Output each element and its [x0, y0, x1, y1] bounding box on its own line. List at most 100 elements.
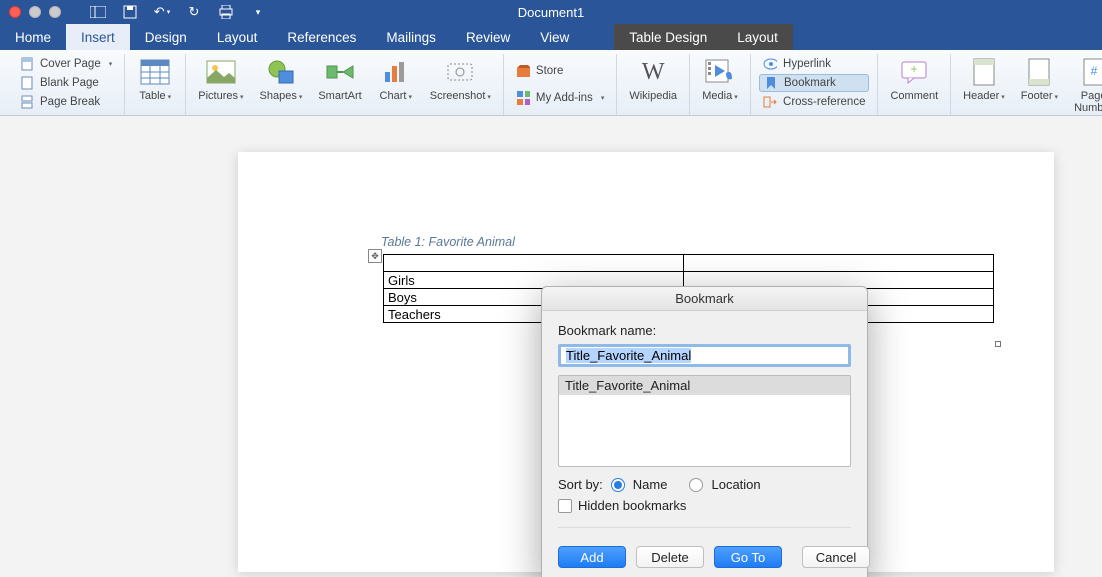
table-group: Table▾ [125, 54, 186, 115]
tab-references[interactable]: References [272, 24, 371, 50]
pictures-icon [205, 56, 237, 88]
print-icon[interactable] [217, 3, 235, 21]
tab-mailings[interactable]: Mailings [371, 24, 451, 50]
tab-review[interactable]: Review [451, 24, 525, 50]
cancel-button[interactable]: Cancel [802, 546, 870, 568]
links-group: Hyperlink Bookmark Cross-reference [751, 54, 878, 115]
undo-icon[interactable]: ↶▾ [153, 3, 171, 21]
myaddins-button[interactable]: My Add-ins▾ [512, 89, 608, 107]
tab-layout[interactable]: Layout [202, 24, 273, 50]
bookmark-button[interactable]: Bookmark [759, 74, 869, 92]
shapes-label: Shapes [260, 90, 297, 102]
pagenumber-label: Page Number [1074, 91, 1102, 114]
tab-view[interactable]: View [525, 24, 584, 50]
add-button[interactable]: Add [558, 546, 626, 568]
hidden-bookmarks-checkbox[interactable] [558, 499, 572, 513]
comment-label: Comment [890, 91, 938, 103]
tab-table-design[interactable]: Table Design [614, 24, 722, 50]
table-resize-handle-icon[interactable] [995, 341, 1001, 347]
quick-access-toolbar: ↶▾ ↻ ▾ [89, 3, 267, 21]
ribbon-tabs: Home Insert Design Layout References Mai… [0, 24, 1102, 50]
bookmark-list[interactable]: Title_Favorite_Animal [558, 375, 851, 467]
hyperlink-button[interactable]: Hyperlink [759, 55, 869, 73]
dialog-footer: Add Delete Go To Cancel [542, 536, 867, 577]
minimize-window-icon[interactable] [29, 6, 41, 18]
illustrations-group: Pictures▾ Shapes▾ SmartArt Chart▾ Screen… [186, 54, 504, 115]
header-button[interactable]: Header▾ [959, 54, 1009, 105]
delete-button[interactable]: Delete [636, 546, 704, 568]
redo-icon[interactable]: ↻ [185, 3, 203, 21]
blank-page-button[interactable]: Blank Page [16, 74, 116, 92]
tab-table-layout[interactable]: Layout [722, 24, 793, 50]
wikipedia-button[interactable]: W Wikipedia [625, 54, 681, 105]
pagenumber-button[interactable]: # Page Number [1070, 54, 1102, 116]
tab-insert[interactable]: Insert [66, 24, 130, 50]
addins-group: Store My Add-ins▾ [504, 54, 617, 115]
bookmark-label: Bookmark [784, 77, 836, 89]
comment-group: + Comment [878, 54, 951, 115]
pages-group: Cover Page▾ Blank Page Page Break [8, 54, 125, 115]
tab-design[interactable]: Design [130, 24, 202, 50]
screenshot-icon [444, 56, 476, 88]
table-row [384, 255, 994, 272]
chart-icon [380, 56, 412, 88]
bookmark-list-item[interactable]: Title_Favorite_Animal [559, 376, 850, 395]
cover-page-label: Cover Page [40, 58, 101, 70]
myaddins-icon [516, 91, 530, 105]
table-cell[interactable] [384, 255, 684, 272]
title-bar: ↶▾ ↻ ▾ Document1 [0, 0, 1102, 24]
footer-button[interactable]: Footer▾ [1017, 54, 1062, 105]
close-window-icon[interactable] [9, 6, 21, 18]
hyperlink-label: Hyperlink [783, 58, 831, 70]
zoom-window-icon[interactable] [49, 6, 61, 18]
sidebar-toggle-icon[interactable] [89, 3, 107, 21]
sort-location-radio[interactable] [689, 478, 703, 492]
shapes-button[interactable]: Shapes▾ [256, 54, 307, 105]
crossref-icon [763, 95, 777, 109]
store-icon [516, 64, 530, 78]
page-break-button[interactable]: Page Break [16, 93, 116, 111]
myaddins-label: My Add-ins [536, 92, 593, 104]
media-group: Media▾ [690, 54, 751, 115]
hyperlink-icon [763, 57, 777, 71]
dialog-separator [558, 527, 851, 528]
cover-page-icon [20, 57, 34, 71]
page-break-icon [20, 95, 34, 109]
pictures-button[interactable]: Pictures▾ [194, 54, 247, 105]
store-label: Store [536, 65, 564, 77]
document-title: Document1 [518, 5, 584, 20]
goto-button[interactable]: Go To [714, 546, 782, 568]
qat-customize-icon[interactable]: ▾ [249, 3, 267, 21]
tab-home[interactable]: Home [0, 24, 66, 50]
contextual-tabs: Table Design Layout [614, 24, 793, 50]
bookmark-dialog: Bookmark Bookmark name: Title_Favorite_A… [541, 286, 868, 577]
crossref-label: Cross-reference [783, 96, 865, 108]
ribbon-content: Cover Page▾ Blank Page Page Break Table▾… [0, 50, 1102, 116]
sort-name-radio[interactable] [611, 478, 625, 492]
smartart-button[interactable]: SmartArt [314, 54, 365, 105]
media-button[interactable]: Media▾ [698, 54, 742, 105]
smartart-label: SmartArt [318, 91, 361, 103]
header-label: Header [963, 90, 999, 102]
window-controls [9, 6, 61, 18]
save-icon[interactable] [121, 3, 139, 21]
table-button[interactable]: Table▾ [133, 54, 177, 105]
smartart-icon [324, 56, 356, 88]
table-label: Table [139, 90, 165, 102]
store-button[interactable]: Store [512, 62, 608, 80]
bookmark-name-label: Bookmark name: [558, 323, 851, 338]
chart-button[interactable]: Chart▾ [374, 54, 418, 105]
table-move-handle-icon[interactable]: ✥ [368, 249, 382, 263]
bookmark-name-input[interactable] [558, 344, 851, 367]
crossref-button[interactable]: Cross-reference [759, 93, 869, 111]
dialog-title: Bookmark [542, 287, 867, 311]
media-icon [704, 56, 736, 88]
wikipedia-label: Wikipedia [629, 91, 677, 103]
table-cell[interactable] [684, 255, 994, 272]
blank-page-icon [20, 76, 34, 90]
screenshot-button[interactable]: Screenshot▾ [426, 54, 495, 105]
pagenumber-icon: # [1078, 56, 1102, 88]
comment-button[interactable]: + Comment [886, 54, 942, 105]
cover-page-button[interactable]: Cover Page▾ [16, 55, 116, 73]
sort-name-label: Name [633, 477, 668, 492]
